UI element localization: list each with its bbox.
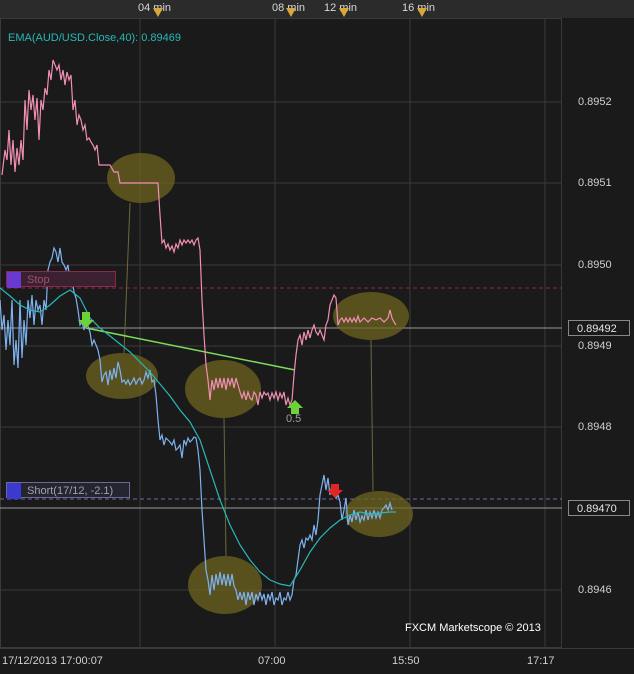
time-label: 07:00 bbox=[258, 655, 286, 667]
price-tick: 0.8949 bbox=[578, 340, 612, 352]
highlight-ellipses bbox=[86, 153, 413, 614]
time-label: 17/12/2013 17:00:07 bbox=[2, 655, 103, 667]
price-tick: 0.8952 bbox=[578, 96, 612, 108]
time-label: 17:17 bbox=[527, 655, 555, 667]
chart-svg bbox=[0, 18, 562, 648]
time-label: 15:50 bbox=[392, 655, 420, 667]
watermark-text: FXCM Marketscope © 2013 bbox=[405, 622, 541, 634]
price-tick: 0.8951 bbox=[578, 177, 612, 189]
stop-order-label: Stop bbox=[27, 274, 50, 286]
price-tick: 0.8950 bbox=[578, 259, 612, 271]
ema-series bbox=[0, 287, 396, 587]
bottom-time-axis[interactable]: 17/12/2013 17:00:07 07:00 15:50 17:17 bbox=[0, 648, 634, 674]
current-ask-price-box: 0.89470 bbox=[568, 500, 630, 516]
buy-signal-icon[interactable] bbox=[78, 312, 94, 328]
chart-window: 04 min 08 min 12 min 16 min EMA(AUD/USD.… bbox=[0, 0, 634, 674]
signal-value-label: 0.5 bbox=[286, 413, 302, 425]
order-swatch-icon bbox=[7, 272, 21, 288]
short-order-tag[interactable]: Short(17/12, -2.1) bbox=[6, 482, 130, 499]
stop-order-tag[interactable]: Stop bbox=[6, 271, 116, 288]
ema-indicator-label[interactable]: EMA(AUD/USD.Close,40): 0.89469 bbox=[8, 32, 181, 44]
price-tick: 0.8946 bbox=[578, 584, 612, 596]
bid-price-series bbox=[1, 59, 397, 407]
grid bbox=[0, 18, 562, 648]
price-tick: 0.8948 bbox=[578, 421, 612, 433]
current-bid-price-box: 0.89492 bbox=[568, 320, 630, 336]
price-axis[interactable]: 0.8952 0.8951 0.8950 0.8949 0.8948 0.894… bbox=[562, 18, 634, 648]
order-swatch-icon bbox=[7, 483, 21, 499]
short-order-label: Short(17/12, -2.1) bbox=[27, 485, 114, 497]
